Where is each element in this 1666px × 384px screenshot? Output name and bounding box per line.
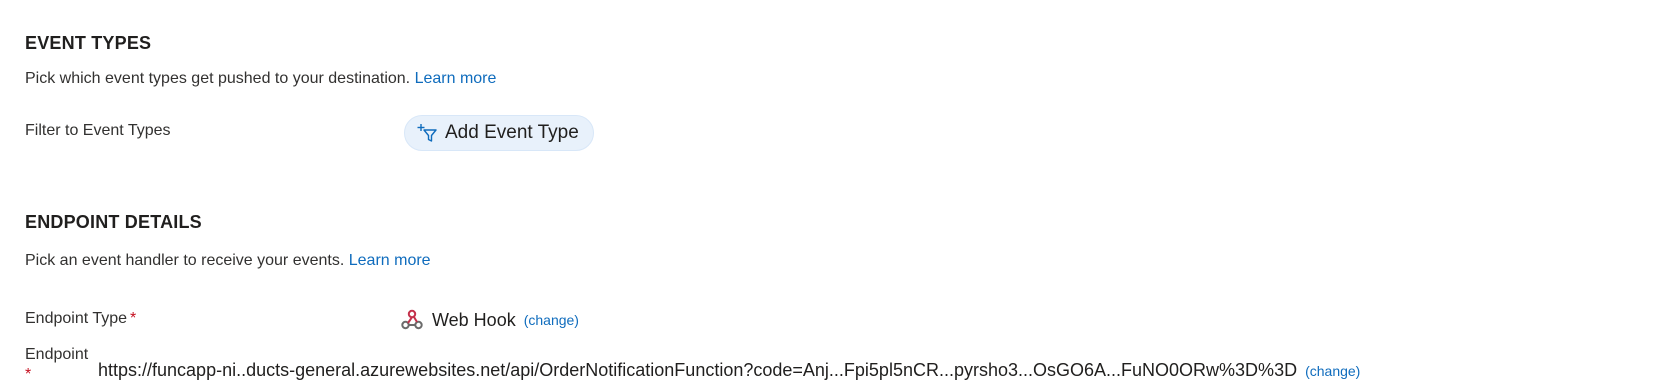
required-marker: *	[130, 310, 137, 327]
endpoint-type-value: Web Hook	[432, 309, 516, 330]
endpoint-required-marker: *	[25, 366, 32, 383]
endpoint-type-change-link[interactable]: (change)	[524, 312, 579, 328]
event-types-heading: EVENT TYPES	[25, 33, 152, 53]
event-types-description: Pick which event types get pushed to you…	[25, 70, 411, 87]
endpoint-change-link[interactable]: (change)	[1305, 363, 1360, 379]
endpoint-type-label-wrap: Endpoint Type *	[25, 310, 136, 328]
endpoint-url-row: https://funcapp-ni..ducts-general.azurew…	[98, 360, 1360, 381]
add-event-type-label: Add Event Type	[445, 122, 579, 143]
endpoint-details-description-line: Pick an event handler to receive your ev…	[25, 252, 431, 270]
endpoint-details-learn-more-link[interactable]: Learn more	[349, 252, 431, 269]
webhook-icon	[400, 308, 424, 332]
endpoint-type-value-row: Web Hook (change)	[400, 308, 579, 332]
endpoint-label: Endpoint	[25, 346, 89, 363]
event-types-learn-more-link[interactable]: Learn more	[415, 70, 497, 87]
filter-add-icon	[417, 123, 437, 143]
endpoint-label-wrap: Endpoint *	[25, 346, 88, 384]
endpoint-type-label: Endpoint Type	[25, 310, 128, 327]
event-types-description-line: Pick which event types get pushed to you…	[25, 70, 496, 88]
endpoint-url: https://funcapp-ni..ducts-general.azurew…	[98, 360, 1298, 380]
endpoint-details-heading: ENDPOINT DETAILS	[25, 212, 202, 232]
filter-event-types-label: Filter to Event Types	[25, 122, 171, 139]
add-event-type-button[interactable]: Add Event Type	[404, 115, 594, 151]
endpoint-details-description: Pick an event handler to receive your ev…	[25, 252, 345, 269]
